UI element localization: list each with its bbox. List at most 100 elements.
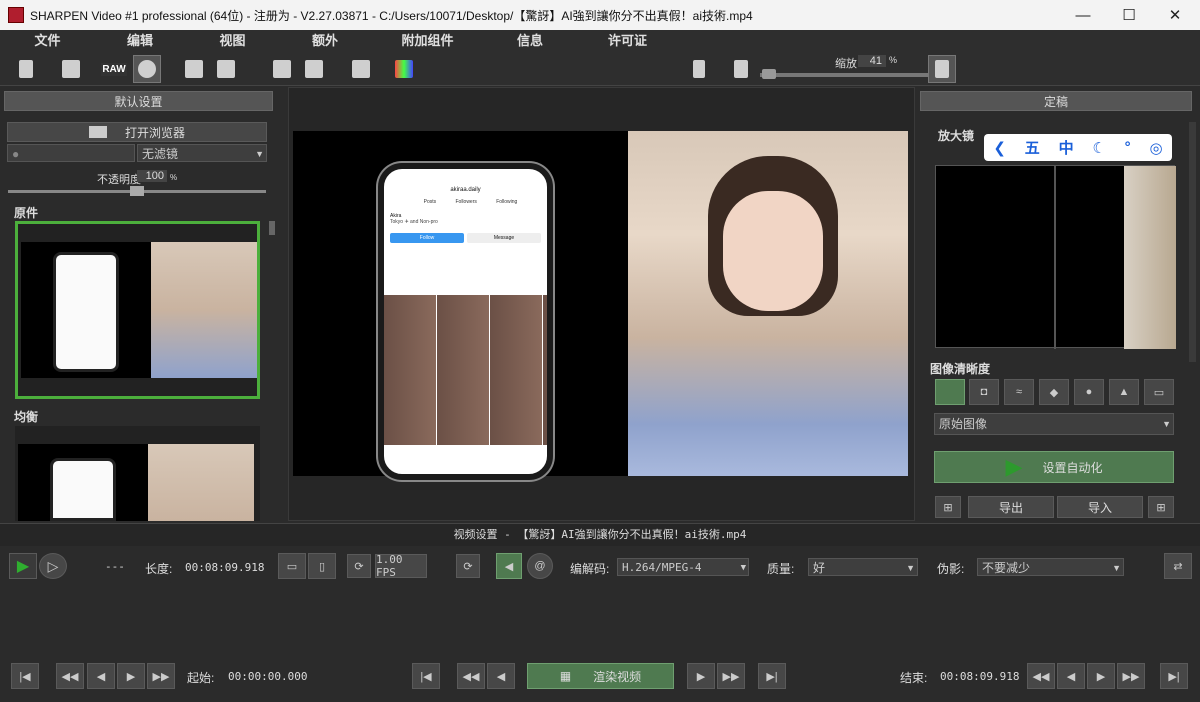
filter-value: 无滤镜 [142, 147, 179, 161]
resize-width-icon[interactable]: ▭ [278, 553, 306, 579]
menu-license[interactable]: 许可证 [575, 30, 680, 52]
export-left-icon[interactable]: ⊞ [935, 496, 961, 518]
menu-file[interactable]: 文件 [0, 30, 95, 52]
open-icon[interactable] [57, 55, 85, 83]
film-icon: ▦ [559, 669, 572, 683]
close-button[interactable]: ✕ [1152, 0, 1198, 30]
diamond-icon[interactable]: ◆ [1039, 379, 1069, 405]
auto-setup-button[interactable]: ▶ 设置自动化 [934, 451, 1174, 483]
forward-2-icon[interactable]: ▶ [687, 663, 715, 689]
forward-3-icon[interactable]: ▶ [1087, 663, 1115, 689]
ime-toolbar[interactable]: ❮ 五 中 ☾ ° ◎ [984, 134, 1172, 161]
title-bar: SHARPEN Video #1 professional (64位) - 注册… [0, 0, 1200, 30]
refresh-2-icon[interactable]: ⟳ [456, 554, 480, 578]
camera-icon[interactable]: ◘ [969, 379, 999, 405]
rewind-fast-3-icon[interactable]: ◀◀ [1027, 663, 1055, 689]
forward-icon[interactable]: ▶ [117, 663, 145, 689]
fit-icon[interactable] [685, 55, 713, 83]
zoom-in-icon[interactable] [928, 55, 956, 83]
ime-punct-icon: ° [1124, 139, 1131, 156]
forward-fast-2-icon[interactable]: ▶▶ [717, 663, 745, 689]
quality-value: 好 [813, 561, 826, 575]
search-input[interactable]: ● [7, 144, 135, 162]
zoom-value[interactable]: 41 [858, 55, 886, 67]
mode-select[interactable]: 原始图像 ▼ [934, 413, 1174, 435]
phone-follow-button: Follow [390, 233, 464, 243]
landscape-icon[interactable]: ▲ [1109, 379, 1139, 405]
right-scrollbar[interactable] [1189, 122, 1196, 362]
artifact-value: 不要减少 [982, 561, 1031, 575]
rewind-fast-2-icon[interactable]: ◀◀ [457, 663, 485, 689]
go-start-icon[interactable]: |◀ [11, 663, 39, 689]
audio-icon[interactable]: ◀ [496, 553, 522, 579]
quality-select[interactable]: 好 ▼ [808, 558, 918, 576]
screen-icon[interactable] [300, 55, 328, 83]
forward-fast-icon[interactable]: ▶▶ [147, 663, 175, 689]
open-browser-label: 打开浏览器 [124, 125, 185, 140]
start-label: 起始: [187, 671, 215, 685]
new-icon[interactable] [12, 55, 40, 83]
batch-icon[interactable] [133, 55, 161, 83]
rewind-fast-icon[interactable]: ◀◀ [56, 663, 84, 689]
swap-icon[interactable]: ⇄ [1164, 553, 1192, 579]
menu-info[interactable]: 信息 [485, 30, 575, 52]
rewind-icon[interactable]: ◀ [87, 663, 115, 689]
go-end-icon[interactable]: ▶| [758, 663, 786, 689]
minimize-button[interactable]: — [1060, 0, 1106, 30]
artifact-select[interactable]: 不要减少 ▼ [977, 558, 1124, 576]
fps-field[interactable]: 1.00 FPS [375, 553, 427, 579]
open-browser-button[interactable]: 打开浏览器 [7, 122, 267, 142]
rewind-2-icon[interactable]: ◀ [487, 663, 515, 689]
zoom-slider[interactable] [760, 73, 928, 77]
app-icon [8, 7, 24, 23]
save-icon[interactable] [180, 55, 208, 83]
magnifier-view[interactable] [935, 165, 1176, 349]
phone-posts: Posts [423, 199, 437, 205]
export-button[interactable]: 导出 [968, 496, 1054, 518]
compare-icon[interactable] [347, 55, 375, 83]
frame-icon[interactable]: ▭ [1144, 379, 1174, 405]
quality-label: 质量: [767, 562, 795, 576]
import-button[interactable]: 导入 [1057, 496, 1143, 518]
import-right-icon[interactable]: ⊞ [1148, 496, 1174, 518]
codec-label: 编解码: [570, 562, 610, 576]
menu-extra[interactable]: 额外 [280, 30, 370, 52]
thumb-photo [151, 242, 257, 378]
portrait-icon[interactable]: ● [1074, 379, 1104, 405]
raw-icon[interactable]: RAW [100, 55, 128, 83]
ime-logo-icon: ❮ [993, 139, 1006, 157]
opacity-slider-handle[interactable] [130, 186, 144, 196]
forward-fast-3-icon[interactable]: ▶▶ [1117, 663, 1145, 689]
phone-message-button: Message [467, 233, 541, 243]
ime-glyph-2: 中 [1058, 140, 1074, 157]
menu-view[interactable]: 视图 [185, 30, 280, 52]
play-preview-button[interactable]: ▷ [39, 553, 67, 579]
rewind-3-icon[interactable]: ◀ [1057, 663, 1085, 689]
preset-original-thumb[interactable] [15, 221, 260, 399]
histogram-icon[interactable] [390, 55, 418, 83]
refresh-icon[interactable]: ⟳ [347, 554, 371, 578]
opacity-value[interactable]: 100 [137, 170, 167, 182]
print-icon[interactable] [268, 55, 296, 83]
zoom-slider-handle[interactable] [762, 69, 776, 79]
filter-select[interactable]: 无滤镜 ▼ [137, 144, 267, 162]
menu-edit[interactable]: 编辑 [95, 30, 185, 52]
go-start-2-icon[interactable]: |◀ [412, 663, 440, 689]
resize-height-icon[interactable]: ▯ [308, 553, 336, 579]
go-end-2-icon[interactable]: ▶| [1160, 663, 1188, 689]
preset-balanced-thumb[interactable] [15, 426, 260, 521]
right-panel: 定稿 放大镜 ❮ 五 中 ☾ ° ◎ 图像清晰度 ◘ ≈ ◆ ● ▲ ▭ 原始图… [918, 87, 1200, 521]
play-button[interactable]: ▶ [9, 553, 37, 579]
settings-circle-icon[interactable]: @ [527, 553, 553, 579]
codec-select[interactable]: H.264/MPEG-4 ▼ [617, 558, 749, 576]
ime-glyph-1: 五 [1024, 140, 1040, 157]
save-as-icon[interactable] [212, 55, 240, 83]
render-video-button[interactable]: ▦ 渲染视频 [527, 663, 674, 689]
preset-scrollbar[interactable] [269, 221, 275, 235]
sharpness-tool-1[interactable] [935, 379, 965, 405]
maximize-button[interactable]: ☐ [1106, 0, 1152, 30]
menu-addons[interactable]: 附加组件 [370, 30, 485, 52]
zoom-out-icon[interactable] [727, 55, 755, 83]
wave-icon[interactable]: ≈ [1004, 379, 1034, 405]
finalize-header: 定稿 [920, 91, 1192, 111]
